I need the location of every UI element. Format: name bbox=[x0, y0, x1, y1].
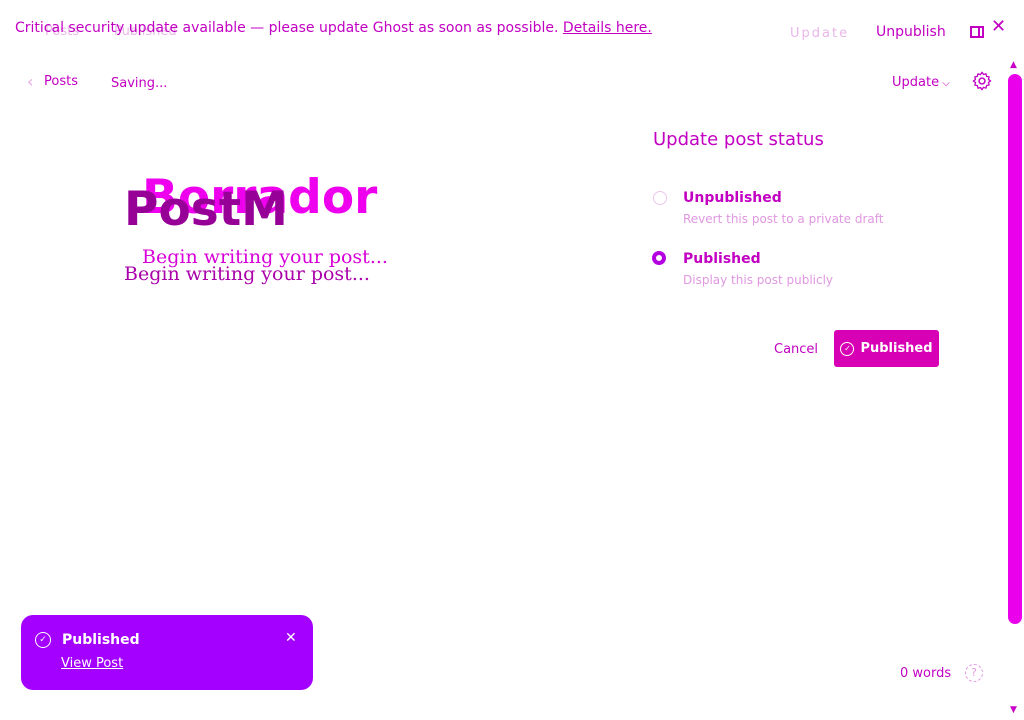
close-icon[interactable]: ✕ bbox=[285, 630, 297, 646]
chevron-down-icon: ⌵ bbox=[939, 78, 950, 89]
back-to-posts-link[interactable]: Posts bbox=[44, 74, 78, 89]
banner-details-link[interactable]: Details here. bbox=[563, 20, 652, 36]
unpublish-button[interactable]: Unpublish bbox=[876, 24, 946, 40]
check-circle-icon: ✓ bbox=[840, 341, 855, 356]
gear-icon[interactable] bbox=[971, 70, 993, 92]
post-body-placeholder[interactable]: Begin writing your post... bbox=[124, 263, 370, 285]
post-title[interactable]: PostM bbox=[124, 182, 288, 237]
status-panel-title: Update post status bbox=[653, 129, 824, 150]
published-button-label: Published bbox=[860, 341, 933, 356]
scroll-up-arrow[interactable]: ▲ bbox=[1010, 60, 1017, 70]
security-banner: Critical security update available — ple… bbox=[15, 20, 652, 36]
cancel-button[interactable]: Cancel bbox=[774, 342, 818, 357]
published-option-label[interactable]: Published bbox=[683, 251, 761, 267]
published-option-description: Display this post publicly bbox=[683, 273, 834, 287]
help-icon[interactable]: ? bbox=[965, 664, 983, 682]
word-count: 0 words bbox=[900, 666, 952, 681]
published-toast: ✓ Published View Post ✕ bbox=[21, 615, 313, 690]
check-circle-icon: ✓ bbox=[35, 632, 51, 648]
scrollbar-thumb[interactable] bbox=[1008, 74, 1022, 624]
unpublished-radio[interactable] bbox=[653, 191, 667, 205]
published-radio[interactable] bbox=[652, 251, 666, 265]
view-post-link[interactable]: View Post bbox=[61, 656, 123, 671]
update-dropdown[interactable]: Update ⌵ bbox=[892, 75, 950, 90]
update-dropdown-label: Update bbox=[892, 75, 940, 90]
close-icon[interactable]: ✕ bbox=[991, 16, 1006, 37]
banner-message: Critical security update available — ple… bbox=[15, 20, 559, 36]
unpublished-option-label[interactable]: Unpublished bbox=[683, 190, 782, 206]
saving-status: Saving... bbox=[111, 76, 168, 91]
toast-title: Published bbox=[62, 632, 140, 648]
chevron-left-icon[interactable]: ‹ bbox=[27, 72, 33, 91]
sidebar-panel-icon[interactable] bbox=[970, 26, 984, 38]
unpublished-option-description: Revert this post to a private draft bbox=[683, 212, 884, 226]
published-button[interactable]: ✓ Published bbox=[834, 330, 939, 367]
background-update-label: Update bbox=[790, 26, 850, 41]
scroll-down-arrow[interactable]: ▼ bbox=[1010, 705, 1017, 715]
